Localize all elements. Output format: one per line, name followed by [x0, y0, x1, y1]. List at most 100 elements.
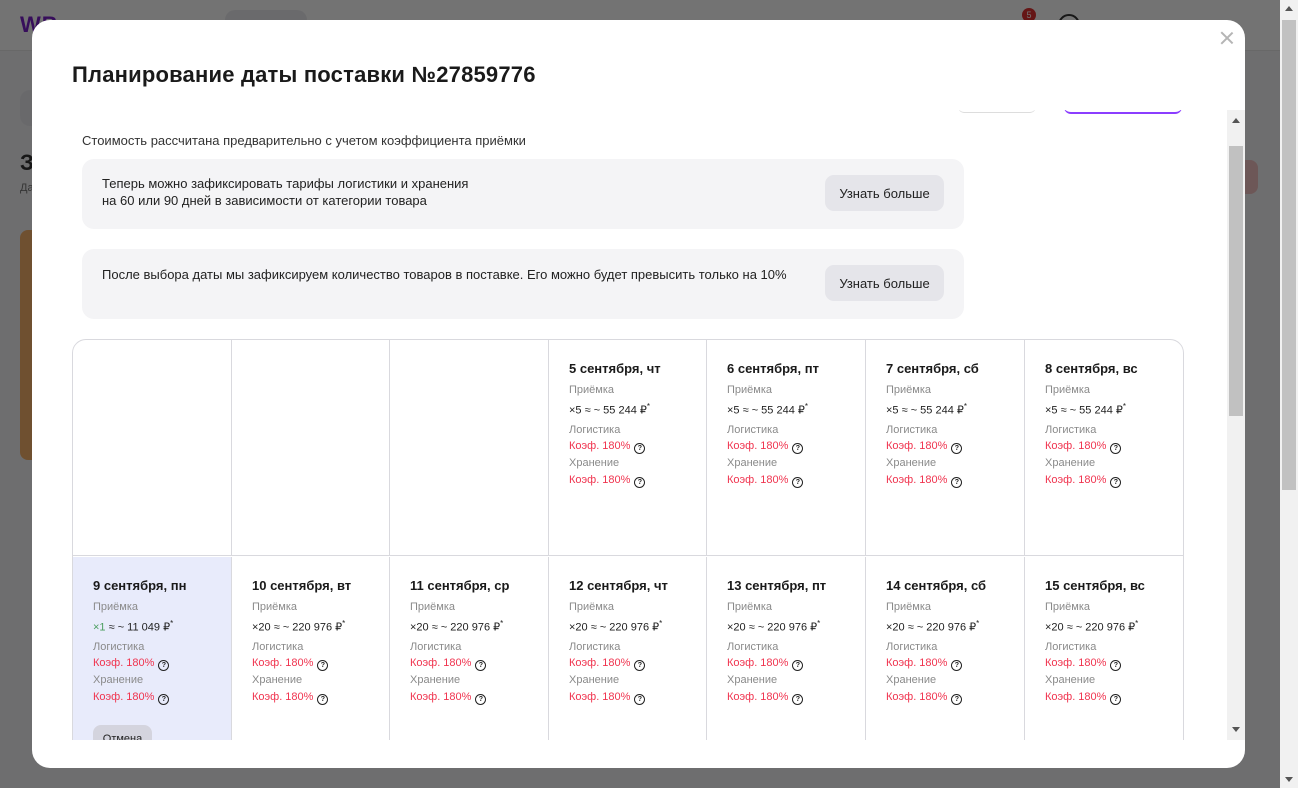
coef-text: Коэф. 180%: [886, 440, 948, 452]
scroll-up-icon[interactable]: [1285, 6, 1293, 11]
modal-scrollbar[interactable]: [1227, 110, 1245, 740]
day-date: 8 сентября, вс: [1045, 361, 1138, 376]
help-icon[interactable]: ?: [792, 477, 804, 488]
notice-text: После выбора даты мы зафиксируем количес…: [102, 267, 787, 282]
help-icon[interactable]: ?: [475, 660, 487, 671]
logistics-label: Логистика: [1045, 424, 1097, 436]
scrollbar-thumb[interactable]: [1229, 146, 1243, 416]
coef-text: Коэф. 180%: [727, 474, 789, 486]
storage-coef: Коэф. 180%?: [93, 691, 170, 705]
help-icon[interactable]: ?: [1110, 660, 1122, 671]
empty-cell: [232, 340, 390, 556]
acceptance-cost: ≈ ~ 220 976 ₽: [1066, 621, 1136, 634]
logistics-label: Логистика: [727, 641, 779, 653]
help-icon[interactable]: ?: [158, 660, 170, 671]
help-icon[interactable]: ?: [792, 694, 804, 705]
acceptance-multiplier: ×5: [1045, 404, 1058, 417]
scroll-down-icon[interactable]: [1232, 727, 1240, 732]
logistics-coef: Коэф. 180%?: [1045, 657, 1122, 671]
supply-date-modal: Планирование даты поставки №27859776 Сто…: [32, 20, 1245, 768]
day-cell[interactable]: 11 сентября, ср Приёмка ×20 ≈ ~ 220 976 ₽*…: [390, 557, 549, 740]
footnote-mark: *: [500, 619, 504, 628]
acceptance-value: ×20 ≈ ~ 220 976 ₽*: [1045, 619, 1138, 634]
scrollbar-thumb[interactable]: [1282, 20, 1296, 490]
help-icon[interactable]: ?: [634, 477, 646, 488]
storage-coef: Коэф. 180%?: [727, 474, 804, 488]
learn-more-button[interactable]: Узнать больше: [825, 175, 944, 211]
help-icon[interactable]: ?: [634, 443, 646, 454]
learn-more-button[interactable]: Узнать больше: [825, 265, 944, 301]
logistics-coef: Коэф. 180%?: [727, 657, 804, 671]
coef-text: Коэф. 180%: [569, 474, 631, 486]
close-icon[interactable]: [1219, 30, 1235, 46]
help-icon[interactable]: ?: [634, 660, 646, 671]
help-icon[interactable]: ?: [634, 694, 646, 705]
help-icon[interactable]: ?: [158, 694, 170, 705]
acceptance-label: Приёмка: [93, 601, 139, 613]
coef-text: Коэф. 180%: [886, 474, 948, 486]
day-date: 6 сентября, пт: [727, 361, 819, 376]
acceptance-multiplier: ×20: [252, 621, 271, 634]
help-icon[interactable]: ?: [951, 477, 963, 488]
day-cell[interactable]: 12 сентября, чт Приёмка ×20 ≈ ~ 220 976 ₽*…: [549, 557, 707, 740]
day-cell[interactable]: 15 сентября, вс Приёмка ×20 ≈ ~ 220 976 ₽*…: [1025, 557, 1183, 740]
logistics-coef: Коэф. 180%?: [1045, 440, 1122, 454]
scroll-up-icon[interactable]: [1232, 118, 1240, 123]
footnote-mark: *: [1135, 619, 1139, 628]
quantity-fix-notice: После выбора даты мы зафиксируем количес…: [82, 249, 964, 319]
acceptance-value: ×20 ≈ ~ 220 976 ₽*: [886, 619, 979, 634]
logistics-label: Логистика: [569, 424, 621, 436]
help-icon[interactable]: ?: [1110, 443, 1122, 454]
day-cell[interactable]: 10 сентября, вт Приёмка ×20 ≈ ~ 220 976 ₽*…: [232, 557, 390, 740]
help-icon[interactable]: ?: [951, 443, 963, 454]
help-icon[interactable]: ?: [1110, 694, 1122, 705]
coef-text: Коэф. 180%: [252, 657, 314, 669]
help-icon[interactable]: ?: [951, 694, 963, 705]
storage-label: Хранение: [1045, 674, 1096, 686]
acceptance-multiplier: ×20: [569, 621, 588, 634]
help-icon[interactable]: ?: [951, 660, 963, 671]
filter-button-partial[interactable]: [958, 110, 1036, 113]
storage-coef: Коэф. 180%?: [886, 474, 963, 488]
modal-scroll-area[interactable]: Стоимость рассчитана предварительно с уч…: [32, 110, 1227, 740]
acceptance-cost: ≈ ~ 220 976 ₽: [590, 621, 660, 634]
help-icon[interactable]: ?: [792, 443, 804, 454]
coef-text: Коэф. 180%: [1045, 474, 1107, 486]
day-cell[interactable]: 8 сентября, вс Приёмка ×5 ≈ ~ 55 244 ₽* Лог…: [1025, 340, 1183, 556]
storage-label: Хранение: [727, 674, 778, 686]
day-cell[interactable]: 9 сентября, пн Приёмка ×1 ≈ ~ 11 049 ₽* Лог…: [73, 557, 232, 740]
acceptance-value: ×20 ≈ ~ 220 976 ₽*: [727, 619, 820, 634]
day-date: 7 сентября, сб: [886, 361, 979, 376]
help-icon[interactable]: ?: [317, 694, 329, 705]
scroll-down-icon[interactable]: [1285, 777, 1293, 782]
coef-text: Коэф. 180%: [727, 691, 789, 703]
acceptance-value: ×5 ≈ ~ 55 244 ₽*: [727, 402, 808, 417]
acceptance-label: Приёмка: [886, 601, 932, 613]
day-cell[interactable]: 6 сентября, пт Приёмка ×5 ≈ ~ 55 244 ₽* Лог…: [707, 340, 866, 556]
logistics-coef: Коэф. 180%?: [569, 440, 646, 454]
storage-coef: Коэф. 180%?: [410, 691, 487, 705]
coef-text: Коэф. 180%: [886, 657, 948, 669]
cancel-button[interactable]: Отмена: [93, 725, 152, 740]
help-icon[interactable]: ?: [792, 660, 804, 671]
day-date: 12 сентября, чт: [569, 578, 668, 593]
day-cell[interactable]: 7 сентября, сб Приёмка ×5 ≈ ~ 55 244 ₽* Лог…: [866, 340, 1025, 556]
day-cell[interactable]: 14 сентября, сб Приёмка ×20 ≈ ~ 220 976 ₽*…: [866, 557, 1025, 740]
help-icon[interactable]: ?: [1110, 477, 1122, 488]
day-cell[interactable]: 13 сентября, пт Приёмка ×20 ≈ ~ 220 976 ₽*…: [707, 557, 866, 740]
day-cell[interactable]: 5 сентября, чт Приёмка ×5 ≈ ~ 55 244 ₽* Лог…: [549, 340, 707, 556]
storage-label: Хранение: [886, 674, 937, 686]
acceptance-value: ×5 ≈ ~ 55 244 ₽*: [886, 402, 967, 417]
help-icon[interactable]: ?: [317, 660, 329, 671]
footnote-mark: *: [170, 619, 174, 628]
empty-cell: [73, 340, 232, 556]
storage-label: Хранение: [569, 457, 620, 469]
acceptance-multiplier: ×5: [569, 404, 582, 417]
acceptance-label: Приёмка: [727, 384, 773, 396]
tariff-fix-notice: Теперь можно зафиксировать тарифы логист…: [82, 159, 964, 229]
page-scrollbar[interactable]: [1280, 0, 1298, 788]
logistics-label: Логистика: [1045, 641, 1097, 653]
primary-button-partial[interactable]: [1064, 110, 1182, 114]
acceptance-label: Приёмка: [410, 601, 456, 613]
help-icon[interactable]: ?: [475, 694, 487, 705]
